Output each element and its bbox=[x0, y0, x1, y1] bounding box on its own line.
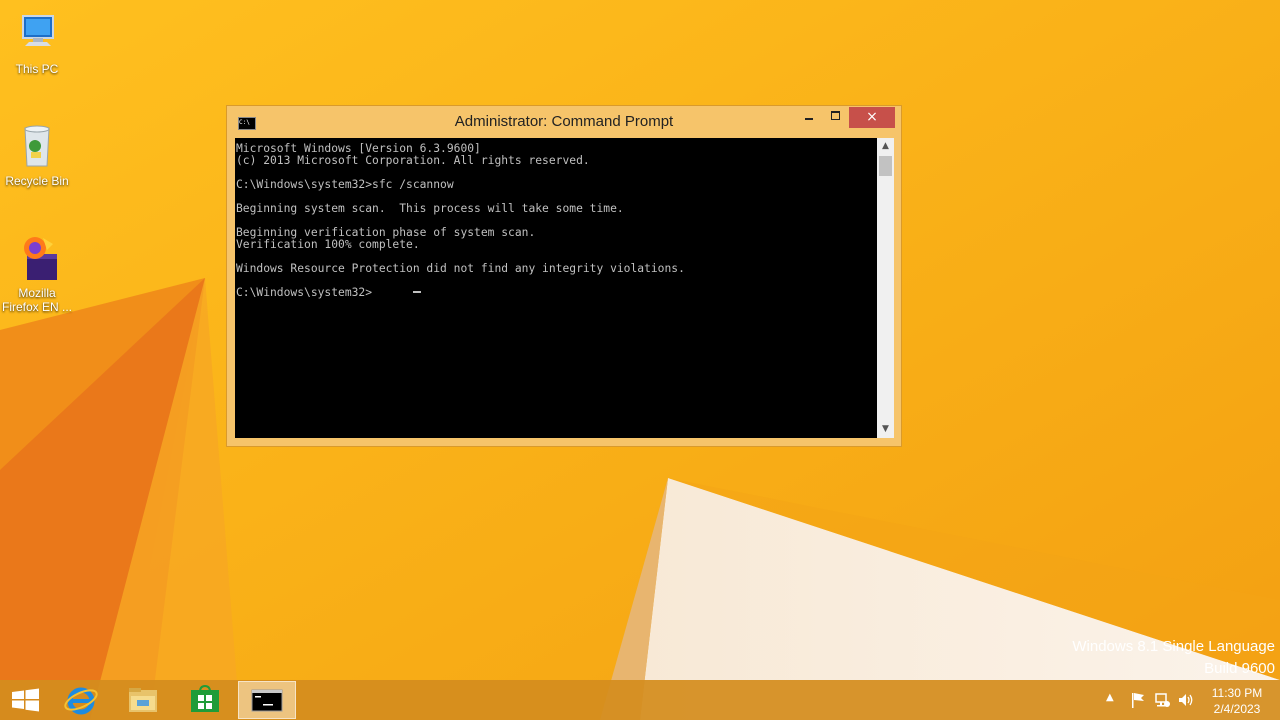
console-output[interactable]: Microsoft Windows [Version 6.3.9600] (c)… bbox=[235, 138, 877, 438]
scroll-thumb[interactable] bbox=[879, 156, 892, 176]
internet-explorer-icon bbox=[64, 687, 98, 715]
show-hidden-icons-button[interactable]: ▲ bbox=[1106, 692, 1114, 703]
maximize-icon bbox=[831, 111, 840, 120]
store-icon bbox=[191, 684, 219, 712]
desktop-icon-recycle-bin[interactable]: Recycle Bin bbox=[0, 122, 74, 188]
desktop-icon-label: Mozilla Firefox EN ... bbox=[1, 286, 72, 314]
text-cursor bbox=[413, 291, 421, 293]
desktop: This PC Recycle Bin Mozilla Firefox EN .… bbox=[0, 0, 1280, 720]
computer-icon bbox=[13, 10, 61, 58]
console-text: Microsoft Windows [Version 6.3.9600] (c)… bbox=[236, 142, 685, 299]
watermark-edition: Windows 8.1 Single Language bbox=[1072, 638, 1275, 655]
vertical-scrollbar[interactable]: ▲ ▼ bbox=[877, 138, 894, 438]
volume-icon bbox=[1179, 694, 1193, 706]
desktop-icon-this-pc[interactable]: This PC bbox=[0, 10, 74, 76]
taskbar-command-prompt[interactable] bbox=[238, 681, 296, 719]
desktop-icon-label: This PC bbox=[15, 62, 59, 76]
network-button[interactable] bbox=[1153, 691, 1171, 709]
taskbar-internet-explorer[interactable] bbox=[60, 680, 102, 720]
command-prompt-window[interactable]: C:\ Administrator: Command Prompt × Micr… bbox=[226, 105, 902, 447]
flag-icon bbox=[1132, 693, 1144, 708]
clock-date: 2/4/2023 bbox=[1213, 702, 1261, 716]
title-bar[interactable]: C:\ Administrator: Command Prompt × bbox=[227, 106, 901, 138]
network-icon bbox=[1155, 693, 1170, 707]
close-button[interactable]: × bbox=[849, 107, 895, 128]
installer-icon bbox=[13, 234, 61, 282]
minimize-button[interactable] bbox=[799, 106, 821, 127]
scroll-down-icon[interactable]: ▼ bbox=[877, 421, 894, 438]
file-explorer-icon bbox=[129, 688, 157, 712]
close-icon: × bbox=[866, 109, 878, 125]
command-prompt-icon bbox=[251, 689, 283, 712]
windows-watermark: Windows 8.1 Single Language Build 9600 bbox=[1072, 636, 1275, 680]
taskbar-file-explorer[interactable] bbox=[122, 680, 164, 720]
desktop-icon-firefox-installer[interactable]: Mozilla Firefox EN ... bbox=[0, 234, 74, 314]
maximize-button[interactable] bbox=[825, 106, 847, 127]
start-icon bbox=[12, 688, 39, 712]
scroll-up-icon[interactable]: ▲ bbox=[877, 138, 894, 155]
desktop-icon-label: Recycle Bin bbox=[5, 174, 69, 188]
recycle-bin-icon bbox=[13, 122, 61, 170]
taskbar: ▲ 11:30 PM 2/4/2023 bbox=[0, 680, 1280, 720]
watermark-build: Build 9600 bbox=[1204, 660, 1275, 677]
action-center-button[interactable] bbox=[1129, 691, 1147, 709]
volume-button[interactable] bbox=[1177, 691, 1195, 709]
start-button[interactable] bbox=[6, 680, 46, 720]
minimize-icon bbox=[805, 118, 813, 120]
taskbar-store[interactable] bbox=[184, 680, 226, 720]
clock-time: 11:30 PM bbox=[1211, 686, 1263, 700]
taskbar-clock[interactable]: 11:30 PM 2/4/2023 bbox=[1200, 685, 1274, 717]
